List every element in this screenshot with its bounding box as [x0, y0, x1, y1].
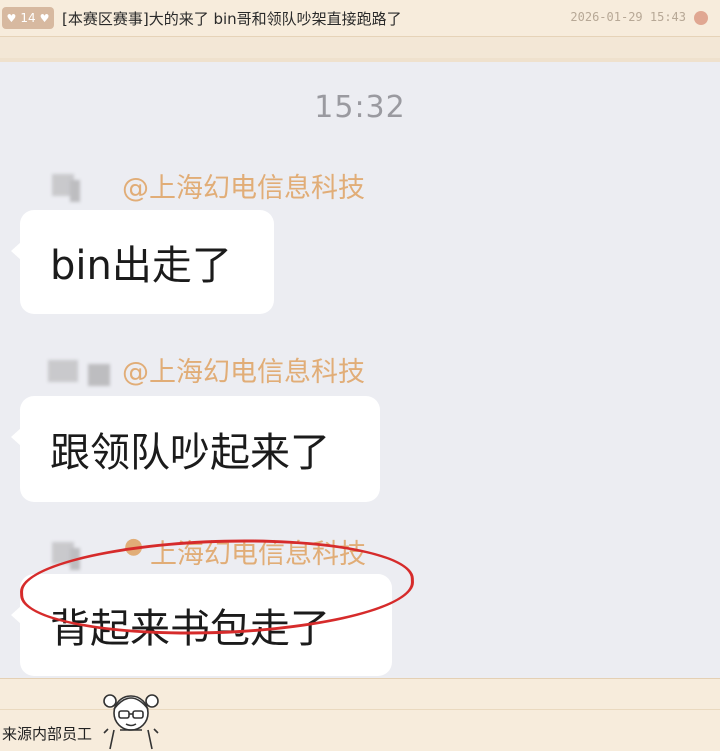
sender-name: 上海幻电信息科技 [150, 539, 366, 570]
sender-name: @上海幻电信息科技 [122, 357, 365, 388]
message-text: 跟领队吵起来了 [50, 430, 330, 476]
message-text: bin出走了 [50, 243, 232, 289]
sender-avatar [70, 180, 80, 202]
source-text: 来源内部员工 [2, 725, 93, 743]
heart-icon: ♥ [39, 11, 50, 25]
mention-icon: ● [124, 534, 144, 559]
message-bubble[interactable]: 跟领队吵起来了 [11, 396, 380, 502]
thread-title[interactable]: [本赛区赛事]大的来了 bin哥和领队吵架直接跑路了 [62, 8, 402, 29]
sender-avatar [88, 364, 110, 386]
chat-screenshot: 15:32 @上海幻电信息科技 bin出走了 @上海幻电信息科技 跟领队吵起来了… [0, 58, 720, 682]
message-bubble[interactable]: bin出走了 [11, 210, 274, 314]
message-bubble[interactable]: 背起来书包走了 [11, 574, 392, 676]
chat-timestamp: 15:32 [314, 90, 406, 125]
reply-count-badge: ♥ 14 ♥ [2, 7, 54, 29]
thread-date: 2026-01-29 15:43 [570, 10, 686, 24]
sender-avatar [48, 360, 78, 382]
thread-header: ♥ 14 ♥ [本赛区赛事]大的来了 bin哥和领队吵架直接跑路了 2026-0… [0, 0, 720, 37]
reply-count: 14 [20, 11, 36, 25]
sender-name: @上海幻电信息科技 [122, 173, 365, 204]
post-footer: 来源内部员工 [0, 678, 720, 751]
message-text: 背起来书包走了 [50, 606, 330, 652]
mascot-icon [103, 694, 159, 750]
heart-icon: ♥ [6, 11, 17, 25]
thread-status-icon [694, 11, 708, 25]
sender-avatar [70, 548, 80, 570]
